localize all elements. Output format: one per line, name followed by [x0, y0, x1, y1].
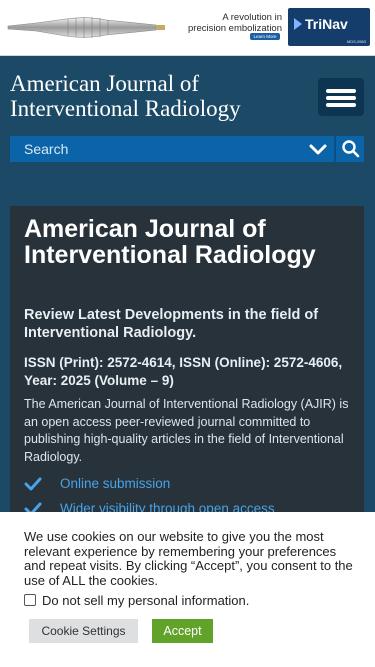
ad-brand-name: TriNav	[305, 16, 348, 32]
ad-learn-more-button[interactable]: Learn More	[250, 33, 280, 40]
ad-headline: A revolution in precision embolization	[168, 12, 282, 34]
cookie-message: We use cookies on our website to give yo…	[24, 529, 353, 588]
checkbox-label: Do not sell my personal information.	[42, 593, 250, 608]
search-input[interactable]	[10, 136, 300, 162]
checkmark-icon	[24, 477, 42, 491]
feature-item-online-submission[interactable]: Online submission	[24, 475, 354, 495]
feature-label: Online submission	[60, 476, 171, 491]
menu-bar-icon	[326, 89, 356, 93]
issn-info: ISSN (Print): 2572-4614, ISSN (Online): …	[24, 355, 343, 388]
cookie-consent-banner: We use cookies on our website to give yo…	[0, 512, 375, 667]
trinav-logo-icon	[294, 18, 302, 30]
chevron-down-icon[interactable]	[302, 136, 334, 162]
checkbox-square[interactable]	[24, 594, 36, 606]
page-title: American Journal of Interventional Radio…	[24, 215, 316, 269]
menu-bar-icon	[326, 103, 356, 107]
journal-description: The American Journal of Interventional R…	[24, 397, 349, 464]
search-divider	[334, 136, 336, 162]
ad-banner[interactable]: A revolution in precision embolization L…	[0, 0, 375, 56]
ad-headline-line-1: A revolution in	[222, 12, 282, 23]
ad-brand-logo: TriNav MDS-0583	[288, 8, 370, 46]
site-header: American Journal of Interventional Radio…	[0, 56, 375, 190]
ad-brand-code: MDS-0583	[346, 39, 366, 44]
do-not-sell-checkbox[interactable]: Do not sell my personal information.	[24, 592, 324, 608]
cookie-settings-button[interactable]: Cookie Settings	[29, 619, 138, 643]
hamburger-menu-button[interactable]	[318, 78, 364, 116]
search-icon[interactable]	[337, 136, 364, 162]
menu-bar-icon	[326, 96, 356, 100]
page-subtitle: Review Latest Developments in the field …	[24, 307, 319, 341]
site-title[interactable]: American Journal of Interventional Radio…	[10, 71, 300, 121]
accept-button[interactable]: Accept	[152, 619, 213, 643]
search-bar	[10, 136, 364, 162]
catheter-device-image	[7, 17, 165, 38]
